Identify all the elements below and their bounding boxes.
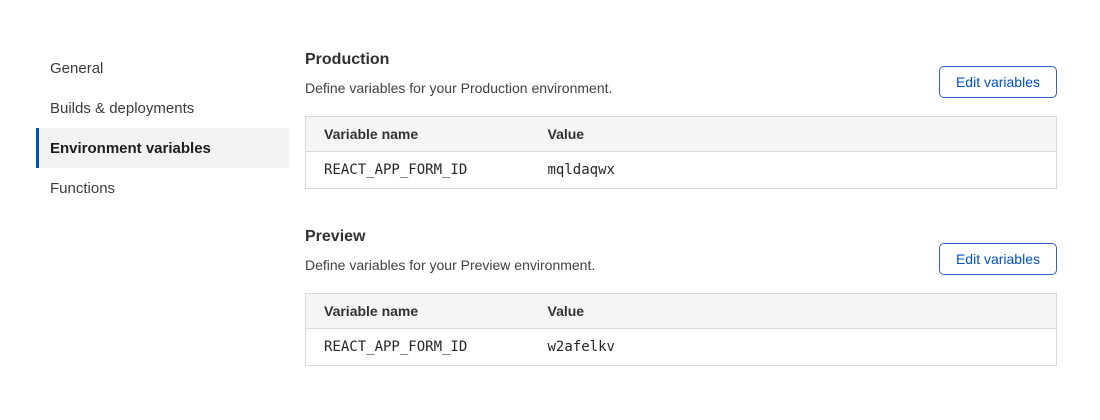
- production-description: Define variables for your Production env…: [305, 78, 612, 98]
- preview-title: Preview: [305, 225, 595, 249]
- variable-value-cell: w2afelkv: [530, 329, 1057, 366]
- settings-page: General Builds & deployments Environment…: [0, 0, 1100, 420]
- sidebar-item-functions[interactable]: Functions: [36, 168, 289, 208]
- sidebar-item-builds-deployments[interactable]: Builds & deployments: [36, 88, 289, 128]
- production-title: Production: [305, 48, 612, 72]
- production-section: Production Define variables for your Pro…: [305, 48, 1057, 189]
- column-header-value: Value: [530, 117, 1057, 152]
- column-header-value: Value: [530, 294, 1057, 329]
- variable-name-cell: REACT_APP_FORM_ID: [306, 329, 530, 366]
- production-edit-variables-button[interactable]: Edit variables: [939, 66, 1057, 98]
- variable-value-cell: mqldaqwx: [530, 152, 1057, 189]
- sidebar-item-general[interactable]: General: [36, 48, 289, 88]
- production-heading-block: Production Define variables for your Pro…: [305, 48, 612, 98]
- preview-heading-block: Preview Define variables for your Previe…: [305, 225, 595, 275]
- table-row: REACT_APP_FORM_ID mqldaqwx: [306, 152, 1057, 189]
- production-section-header: Production Define variables for your Pro…: [305, 48, 1057, 98]
- table-header-row: Variable name Value: [306, 294, 1057, 329]
- production-variables-table: Variable name Value REACT_APP_FORM_ID mq…: [305, 116, 1057, 189]
- preview-variables-table: Variable name Value REACT_APP_FORM_ID w2…: [305, 293, 1057, 366]
- preview-edit-variables-button[interactable]: Edit variables: [939, 243, 1057, 275]
- sidebar-item-environment-variables[interactable]: Environment variables: [36, 128, 289, 168]
- column-header-variable-name: Variable name: [306, 294, 530, 329]
- preview-description: Define variables for your Preview enviro…: [305, 255, 595, 275]
- table-row: REACT_APP_FORM_ID w2afelkv: [306, 329, 1057, 366]
- environment-variables-panel: Production Define variables for your Pro…: [305, 48, 1057, 366]
- preview-section: Preview Define variables for your Previe…: [305, 225, 1057, 366]
- variable-name-cell: REACT_APP_FORM_ID: [306, 152, 530, 189]
- table-header-row: Variable name Value: [306, 117, 1057, 152]
- preview-section-header: Preview Define variables for your Previe…: [305, 225, 1057, 275]
- column-header-variable-name: Variable name: [306, 117, 530, 152]
- settings-sidebar: General Builds & deployments Environment…: [36, 48, 289, 208]
